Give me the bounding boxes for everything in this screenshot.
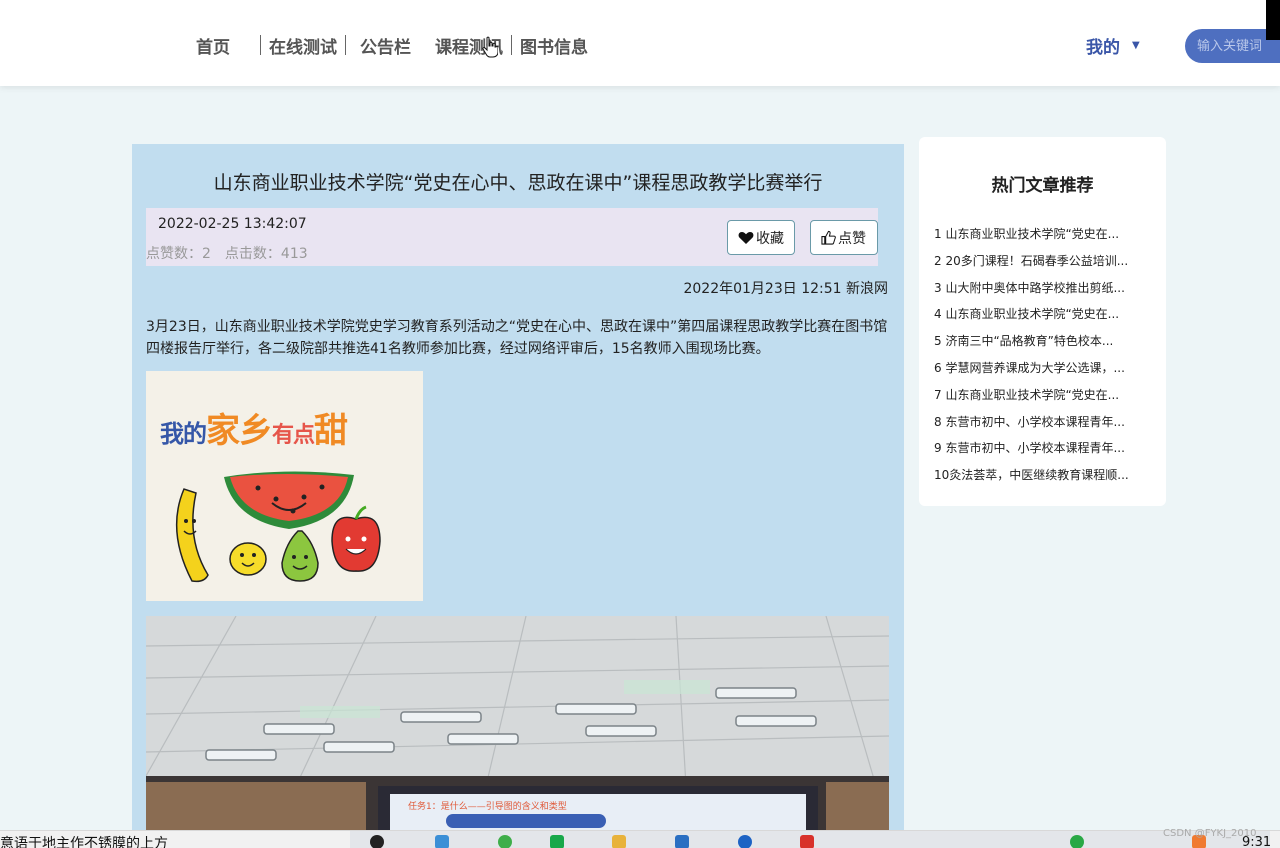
favorite-label: 收藏 [756,230,784,247]
like-button[interactable]: 点赞 [810,220,878,255]
hot-articles-list: 1 山东商业职业技术学院“党史在... 2 20多门课程！石碣春季公益培训...… [934,225,1154,493]
article-body: 3月23日，山东商业职业技术学院党史学习教育系列活动之“党史在心中、思政在课中”… [146,319,888,357]
nav-divider [345,35,346,55]
nav-home[interactable]: 首页 [196,33,230,58]
app-icon[interactable] [800,835,814,848]
my-account-label: 我的 [1086,38,1120,58]
list-item[interactable]: 8 东营市初中、小学校本课程青年... [934,413,1154,440]
favorite-button[interactable]: 收藏 [727,220,795,255]
article-source: 2022年01月23日 12:51 新浪网 [683,281,888,297]
list-item[interactable]: 1 山东商业职业技术学院“党史在... [934,225,1154,252]
nav-book-info[interactable]: 图书信息 [520,33,588,58]
app-icon[interactable] [435,835,449,848]
illustration-title: 我的家乡有点甜 [160,411,348,451]
top-navbar: 首页 在线测试 公告栏 课程测讯 图书信息 我的 ▼ [0,0,1280,86]
slide-banner-text: 任务1：是什么——引导图的含义和类型 [408,802,567,812]
hand-cursor-icon [482,36,498,58]
list-item[interactable]: 4 山东商业职业技术学院“党史在... [934,305,1154,332]
nav-divider [511,35,512,55]
app-icon[interactable] [498,835,512,848]
thumbs-up-icon [821,230,836,245]
classroom-photo: 任务1：是什么——引导图的含义和类型 [146,616,889,834]
article-meta: 2022-02-25 13:42:07 点赞数：2 点击数：413 收藏 点赞 [146,208,878,266]
caret-down-icon: ▼ [1132,40,1140,51]
list-item[interactable]: 2 20多门课程！石碣春季公益培训... [934,252,1154,279]
app-icon[interactable] [370,835,384,848]
app-icon[interactable] [1070,835,1084,848]
article-panel: 山东商业职业技术学院“党史在心中、思政在课中”课程思政教学比赛举行 2022-0… [132,144,904,834]
hot-articles-title: 热门文章推荐 [991,176,1094,196]
app-icon[interactable] [675,835,689,848]
my-account-menu[interactable]: 我的 ▼ [1086,33,1140,58]
publish-datetime: 2022-02-25 13:42:07 [158,216,307,232]
app-icon[interactable] [550,835,564,848]
taskbar-apps [350,831,1270,848]
nav-bulletin[interactable]: 公告栏 [360,33,411,58]
nav-online-test[interactable]: 在线测试 [269,33,337,58]
main-nav: 首页 在线测试 公告栏 课程测讯 图书信息 [196,33,588,58]
os-taskbar: 意语于地主作不锈膜的上方 [0,830,1280,848]
click-count: 点击数：413 [224,246,308,262]
like-label: 点赞 [838,230,866,247]
taskbar-caption: 意语于地主作不锈膜的上方 [0,836,168,848]
list-item[interactable]: 9 东营市初中、小学校本课程青年... [934,439,1154,466]
app-icon[interactable] [612,835,626,848]
taskbar-clock: 9:31 [1242,835,1272,848]
screen-edge-overlay [1266,0,1280,40]
nav-divider [260,35,261,55]
hot-articles-panel: 热门文章推荐 1 山东商业职业技术学院“党史在... 2 20多门课程！石碣春季… [919,137,1166,506]
list-item[interactable]: 5 济南三中“品格教育”特色校本... [934,332,1154,359]
list-item[interactable]: 10灸法荟萃，中医继续教育课程顺... [934,466,1154,493]
app-icon[interactable] [738,835,752,848]
article-illustration: 我的家乡有点甜 [146,371,423,601]
list-item[interactable]: 6 学慧网营养课成为大学公选课，... [934,359,1154,386]
heart-icon [738,231,754,244]
article-stats: 点赞数：2 点击数：413 [146,243,308,263]
article-title: 山东商业职业技术学院“党史在心中、思政在课中”课程思政教学比赛举行 [213,172,823,194]
like-count: 点赞数：2 [146,246,211,262]
list-item[interactable]: 3 山大附中奥体中路学校推出剪纸... [934,279,1154,306]
list-item[interactable]: 7 山东商业职业技术学院“党史在... [934,386,1154,413]
